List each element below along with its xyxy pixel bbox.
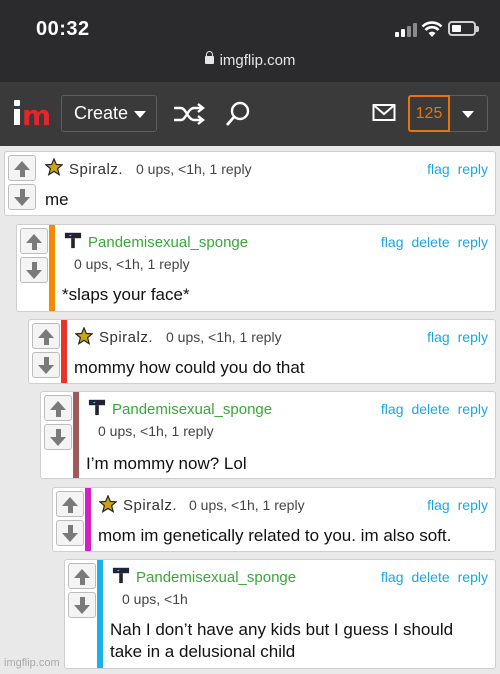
thread-depth-bar (73, 392, 79, 478)
comment: Spiralz. 0 ups, <1h, 1 reply flag reply m… (4, 151, 496, 216)
vote-controls (53, 488, 89, 546)
notification-count-button[interactable]: 125 (408, 95, 450, 132)
star-badge-icon (45, 158, 63, 176)
flag-link[interactable]: flag (427, 161, 450, 177)
comment-text: *slaps your face* (62, 285, 190, 304)
flag-link[interactable]: flag (427, 497, 450, 513)
comment: Pandemisexual_sponge 0 ups, <1h, 1 reply… (16, 224, 496, 312)
upvote-button[interactable] (8, 155, 36, 181)
comment-username[interactable]: Spiralz. (99, 329, 153, 346)
comment-actions: flag delete reply (373, 234, 488, 250)
flag-link[interactable]: flag (381, 234, 404, 250)
create-label: Create (74, 103, 129, 123)
clock: 00:32 (36, 18, 90, 40)
mod-badge-icon (88, 399, 106, 416)
comment-meta: 0 ups, <1h, 1 reply (136, 161, 252, 177)
thread-depth-bar (49, 225, 55, 311)
downvote-button[interactable] (44, 424, 72, 450)
mail-icon[interactable] (372, 103, 396, 123)
comment-text: Nah I don’t have any kids but I guess I … (110, 619, 453, 663)
delete-link[interactable]: delete (411, 234, 449, 250)
vote-controls (17, 225, 53, 283)
lock-icon (204, 51, 214, 64)
comment-username[interactable]: Pandemisexual_sponge (112, 401, 272, 418)
reply-link[interactable]: reply (458, 497, 488, 513)
vote-controls (41, 392, 77, 450)
comment-text: mommy how could you do that (74, 358, 305, 377)
comment-text: I’m mommy now? Lol (86, 454, 247, 473)
comment-meta: 0 ups, <1h, 1 reply (74, 256, 190, 272)
comment-text-line: take in a delusional child (110, 642, 296, 661)
wifi-icon (421, 21, 443, 37)
delete-link[interactable]: delete (411, 401, 449, 417)
upvote-button[interactable] (68, 563, 96, 589)
comment-meta: 0 ups, <1h, 1 reply (98, 423, 214, 439)
browser-status-bar: 00:32 imgflip.com (0, 0, 500, 82)
upvote-button[interactable] (44, 395, 72, 421)
shuffle-icon[interactable] (172, 102, 206, 126)
downvote-button[interactable] (32, 352, 60, 378)
thread-depth-bar (85, 488, 91, 551)
reply-link[interactable]: reply (458, 401, 488, 417)
comment-actions: flag delete reply (373, 569, 488, 585)
reply-link[interactable]: reply (458, 161, 488, 177)
search-icon[interactable] (224, 100, 252, 128)
mod-badge-icon (64, 232, 82, 249)
downvote-button[interactable] (20, 257, 48, 283)
star-badge-icon (75, 327, 93, 345)
reply-link[interactable]: reply (458, 569, 488, 585)
comment-text: mom im genetically related to you. im al… (98, 526, 452, 545)
comment-actions: flag reply (419, 497, 488, 513)
address-text: imgflip.com (219, 52, 296, 69)
battery-icon (448, 21, 479, 36)
vote-controls (5, 152, 41, 210)
comment-text-line: Nah I don’t have any kids but I guess I … (110, 620, 454, 639)
downvote-button[interactable] (56, 520, 84, 546)
comment: Spiralz. 0 ups, <1h, 1 reply flag reply m… (52, 487, 496, 552)
reply-link[interactable]: reply (458, 234, 488, 250)
create-button[interactable]: Create (61, 95, 157, 132)
comment-text: me (45, 190, 69, 209)
flag-link[interactable]: flag (381, 401, 404, 417)
user-menu-dropdown[interactable] (450, 95, 488, 132)
signal-icon (395, 23, 417, 37)
comment: Spiralz. 0 ups, <1h, 1 reply flag reply m… (28, 319, 496, 384)
comment: Pandemisexual_sponge 0 ups, <1h, 1 reply… (40, 391, 496, 479)
watermark: imgflip.com (4, 657, 60, 669)
comment-username[interactable]: Pandemisexual_sponge (88, 234, 248, 251)
imgflip-logo[interactable]: m (14, 98, 51, 132)
comment-username[interactable]: Spiralz. (69, 161, 123, 178)
thread-depth-bar (61, 320, 67, 383)
comment-actions: flag delete reply (373, 401, 488, 417)
comment-meta: 0 ups, <1h (122, 591, 188, 607)
comment-username[interactable]: Pandemisexual_sponge (136, 569, 296, 586)
vote-controls (29, 320, 65, 378)
comment-actions: flag reply (419, 329, 488, 345)
chevron-down-icon (134, 111, 146, 118)
vote-controls (65, 560, 101, 618)
upvote-button[interactable] (32, 323, 60, 349)
star-badge-icon (99, 495, 117, 513)
address-bar[interactable]: imgflip.com (0, 51, 500, 69)
thread-depth-bar (97, 560, 103, 668)
reply-link[interactable]: reply (458, 329, 488, 345)
comment-actions: flag reply (419, 161, 488, 177)
comment-meta: 0 ups, <1h, 1 reply (166, 329, 282, 345)
downvote-button[interactable] (68, 592, 96, 618)
flag-link[interactable]: flag (427, 329, 450, 345)
comment: Pandemisexual_sponge 0 ups, <1h flag dele… (64, 559, 496, 669)
delete-link[interactable]: delete (411, 569, 449, 585)
site-navbar: m Create 125 (0, 82, 500, 146)
comment-meta: 0 ups, <1h, 1 reply (189, 497, 305, 513)
flag-link[interactable]: flag (381, 569, 404, 585)
upvote-button[interactable] (56, 491, 84, 517)
comment-username[interactable]: Spiralz. (123, 497, 177, 514)
chevron-down-icon (462, 111, 474, 118)
upvote-button[interactable] (20, 228, 48, 254)
downvote-button[interactable] (8, 184, 36, 210)
mod-badge-icon (112, 567, 130, 584)
